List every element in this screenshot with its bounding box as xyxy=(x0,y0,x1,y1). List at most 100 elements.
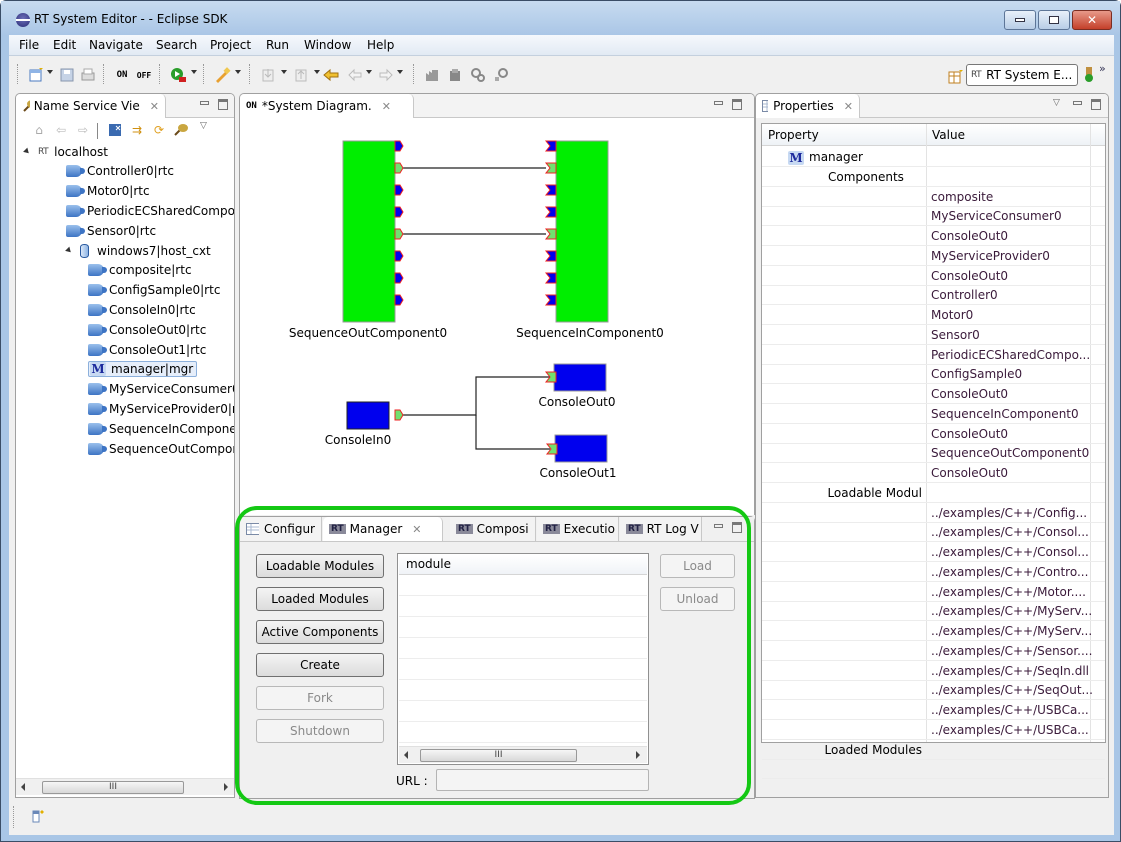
expand-twisty-icon[interactable] xyxy=(65,246,73,255)
back-dropdown-icon[interactable] xyxy=(366,70,372,74)
tree-item[interactable]: ConsoleOut0|rtc xyxy=(88,320,206,339)
value-column-header[interactable]: Value xyxy=(932,128,965,142)
outport[interactable] xyxy=(394,228,404,240)
property-row[interactable]: Motor0 xyxy=(762,305,1105,325)
property-row[interactable]: ../examples/C++/Sensor.... xyxy=(762,641,1105,661)
component-box-console-out0[interactable] xyxy=(553,363,607,392)
new-dropdown-icon[interactable] xyxy=(47,70,53,74)
component-box-console-in[interactable] xyxy=(346,401,390,430)
debug-perspective-icon[interactable] xyxy=(1080,66,1098,84)
prev-annotation-dropdown-icon[interactable] xyxy=(314,70,320,74)
scroll-right-icon[interactable] xyxy=(636,751,640,759)
inport[interactable] xyxy=(544,272,557,284)
active-components-button[interactable]: Active Components xyxy=(256,620,384,644)
forward-icon[interactable] xyxy=(377,66,395,84)
outport[interactable] xyxy=(394,140,404,152)
tree-item[interactable]: ConsoleOut1|rtc xyxy=(88,340,206,359)
close-button[interactable]: ✕ xyxy=(1072,10,1112,30)
next-annotation-dropdown-icon[interactable] xyxy=(281,70,287,74)
tree-item[interactable]: composite|rtc xyxy=(88,261,192,280)
menu-help[interactable]: Help xyxy=(367,38,394,52)
all-on-icon[interactable]: ON xyxy=(113,66,131,84)
module-list[interactable]: module III xyxy=(397,553,649,765)
property-row[interactable]: ../examples/C++/SeqOut... xyxy=(762,680,1105,701)
menu-navigate[interactable]: Navigate xyxy=(89,38,143,52)
component-box-sequence-in[interactable] xyxy=(555,140,609,323)
close-tab-icon[interactable]: ✕ xyxy=(412,523,421,536)
tree-item[interactable]: Controller0|rtc xyxy=(66,162,174,181)
minimize-view-icon[interactable] xyxy=(200,101,209,105)
property-row[interactable]: ConsoleOut0 xyxy=(762,266,1105,286)
add-name-server-icon[interactable] xyxy=(172,121,190,139)
property-row[interactable]: SequenceOutComponent0 xyxy=(762,443,1105,464)
view-menu-icon[interactable]: ▽ xyxy=(1053,98,1060,108)
tree-item[interactable]: SequenceOutCompor xyxy=(88,439,234,458)
property-column-header[interactable]: Property xyxy=(768,128,819,142)
back-icon[interactable] xyxy=(346,66,364,84)
property-row[interactable]: ../examples/C++/USBCa... xyxy=(762,720,1105,740)
property-row[interactable]: ConfigSample0 xyxy=(762,364,1105,385)
scroll-right-icon[interactable] xyxy=(224,783,228,791)
external-tools-dropdown-icon[interactable] xyxy=(235,70,241,74)
list-row[interactable] xyxy=(399,702,647,722)
outport[interactable] xyxy=(394,162,404,174)
all-off-icon[interactable]: OFF xyxy=(135,66,153,84)
scroll-left-icon[interactable] xyxy=(21,783,25,791)
new-icon[interactable] xyxy=(27,66,45,84)
property-row[interactable]: MyServiceProvider0 xyxy=(762,246,1105,266)
inport[interactable] xyxy=(544,162,557,174)
diagram-canvas[interactable]: SequenceOutComponent0 SequenceInComponen… xyxy=(240,119,754,509)
menu-window[interactable]: Window xyxy=(304,38,351,52)
inport[interactable] xyxy=(544,184,557,196)
tab-configuration[interactable]: Configur xyxy=(240,517,322,541)
property-row[interactable] xyxy=(762,779,1105,797)
property-row[interactable]: Components xyxy=(762,167,1105,187)
property-row[interactable]: Loaded Modules xyxy=(762,740,1105,760)
inport[interactable] xyxy=(544,206,557,218)
expand-twisty-icon[interactable] xyxy=(23,147,31,156)
tab-system-diagram[interactable]: ON *System Diagram. ✕ xyxy=(240,94,414,118)
menu-run[interactable]: Run xyxy=(266,38,289,52)
outport[interactable] xyxy=(394,294,404,306)
tree-item[interactable]: MyServiceConsumer0 xyxy=(88,380,234,399)
horizontal-scrollbar[interactable]: III xyxy=(16,778,234,795)
property-row[interactable]: MyServiceConsumer0 xyxy=(762,206,1105,227)
inport[interactable] xyxy=(544,250,557,262)
print-icon[interactable] xyxy=(79,66,97,84)
tab-rt-log-view[interactable]: RT RT Log V xyxy=(620,517,702,541)
component-box-console-out1[interactable] xyxy=(554,434,608,463)
tree-item[interactable]: Motor0|rtc xyxy=(66,182,150,201)
list-row[interactable] xyxy=(399,723,647,743)
property-row[interactable]: PeriodicECSharedCompo... xyxy=(762,345,1105,365)
loaded-modules-button[interactable]: Loaded Modules xyxy=(256,587,384,611)
inport[interactable] xyxy=(544,228,557,240)
module-list-scrollbar[interactable]: III xyxy=(399,746,647,763)
list-row[interactable] xyxy=(399,639,647,659)
maximize-editor-icon[interactable] xyxy=(732,99,742,110)
tree-item[interactable]: ConsoleIn0|rtc xyxy=(88,300,196,319)
outport[interactable] xyxy=(394,250,404,262)
property-row[interactable]: Mmanager xyxy=(762,147,1105,167)
fork-button[interactable]: Fork xyxy=(256,686,384,710)
tree-item[interactable]: SequenceInComponer xyxy=(88,419,234,438)
list-row[interactable] xyxy=(399,681,647,701)
open-perspective-icon[interactable] xyxy=(946,68,964,86)
tree-item[interactable]: PeriodicECSharedCompos xyxy=(66,201,234,220)
tree-item[interactable]: Mmanager|mgr xyxy=(88,360,198,379)
run-dropdown-icon[interactable] xyxy=(191,70,197,74)
run-icon[interactable] xyxy=(169,66,187,84)
shutdown-button[interactable]: Shutdown xyxy=(256,719,384,743)
inport[interactable] xyxy=(544,140,557,152)
property-row[interactable]: ConsoleOut0 xyxy=(762,424,1105,444)
inport[interactable] xyxy=(544,294,557,306)
property-row[interactable]: ../examples/C++/Consol... xyxy=(762,542,1105,562)
list-row[interactable] xyxy=(399,618,647,638)
last-edit-icon[interactable] xyxy=(322,66,340,84)
save-icon[interactable] xyxy=(58,66,76,84)
component-box-sequence-out[interactable] xyxy=(342,140,396,323)
perspective-rt-system-editor[interactable]: RT RT System E... xyxy=(966,64,1078,86)
refresh-icon[interactable]: ⟳ xyxy=(150,121,168,139)
property-row[interactable]: Loadable Modul xyxy=(762,483,1105,503)
list-row[interactable] xyxy=(399,597,647,617)
back-icon[interactable]: ⇦ xyxy=(52,121,70,139)
